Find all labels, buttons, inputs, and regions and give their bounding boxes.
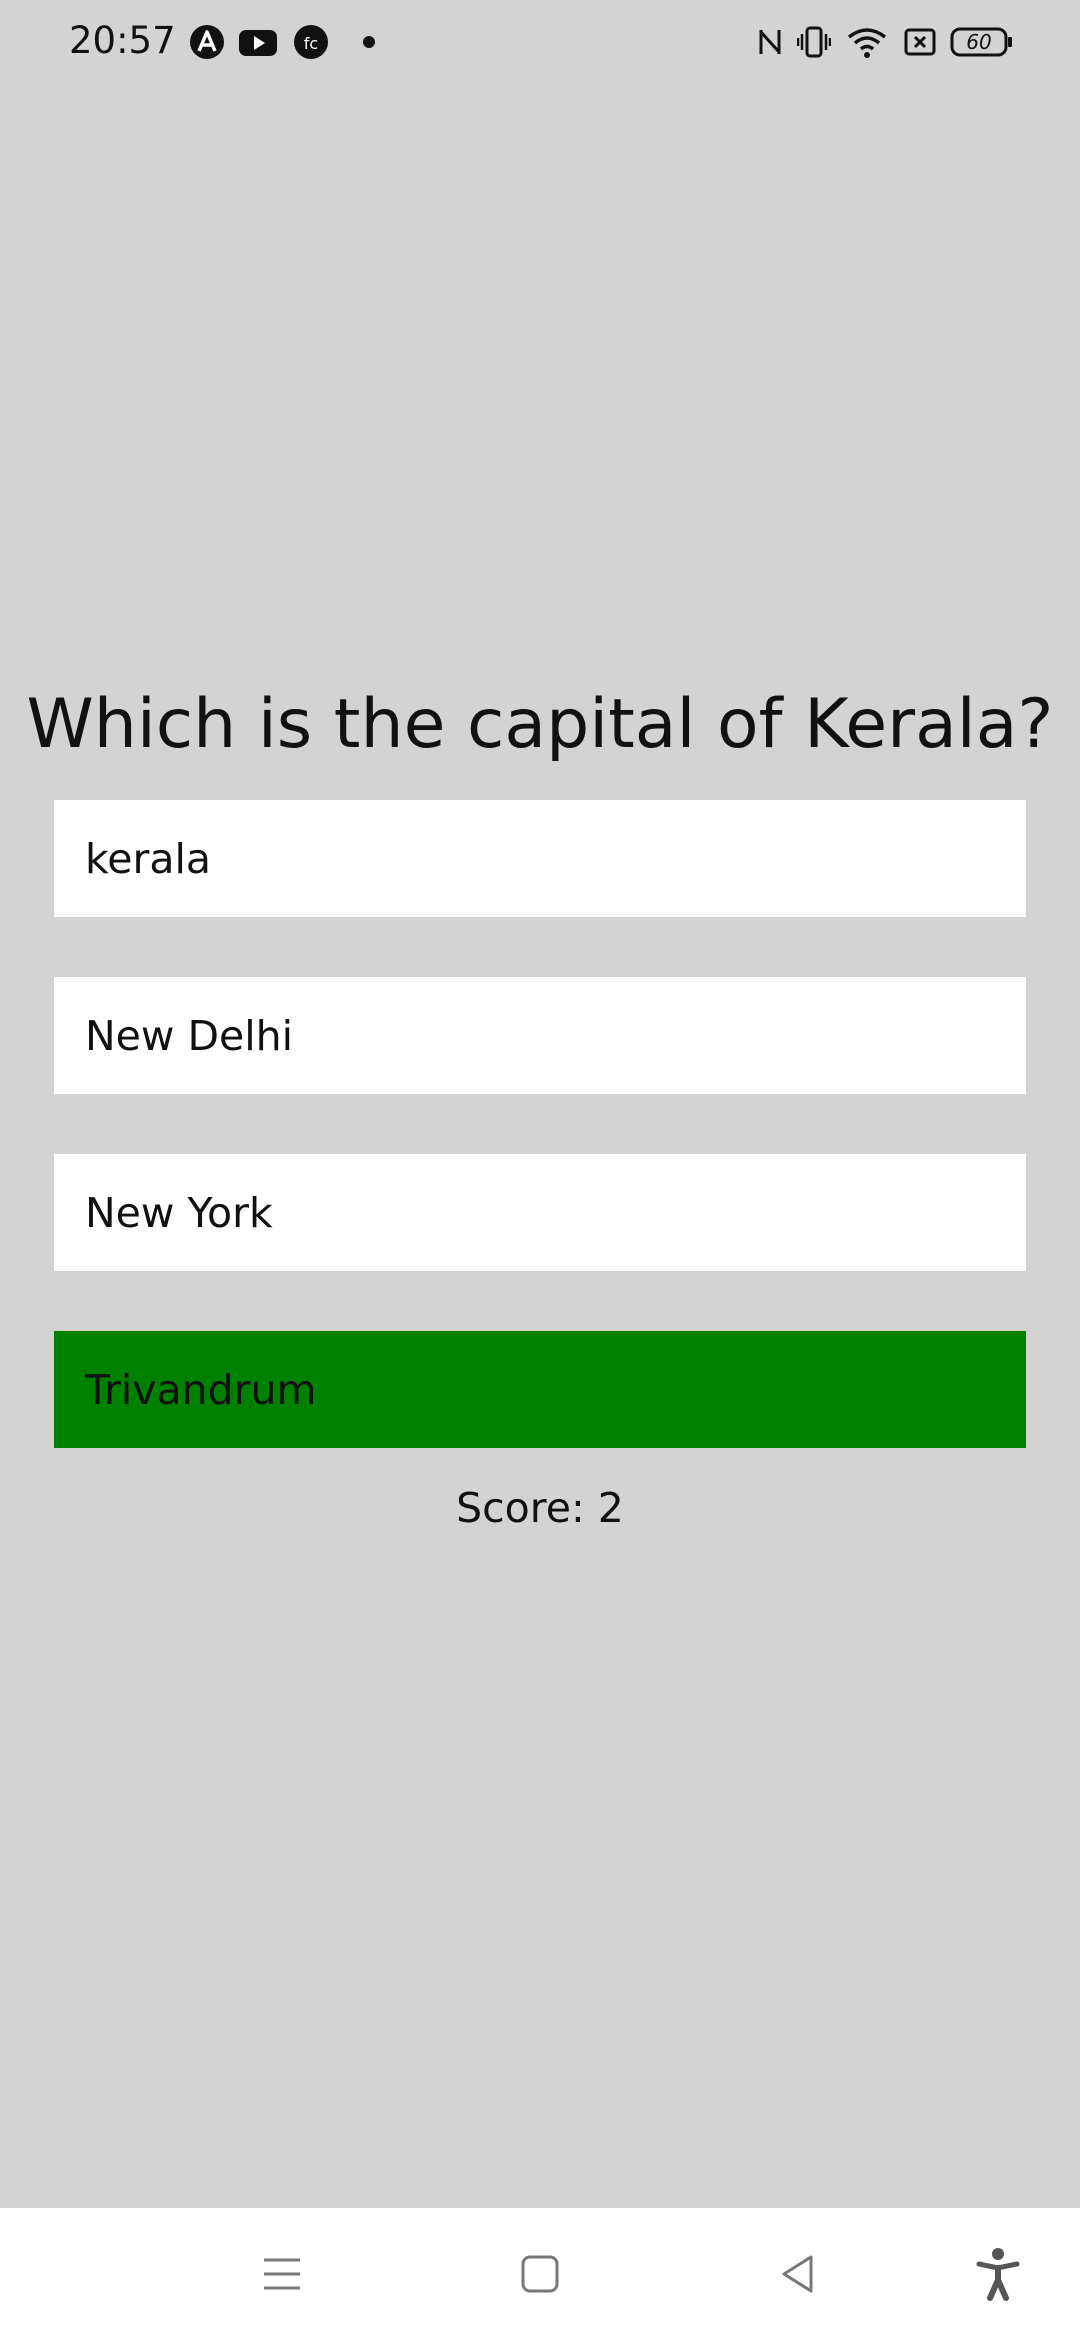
answer-option-label: kerala (85, 834, 212, 883)
score-text: Score: 2 (456, 1484, 624, 1532)
status-time: 20:57 (69, 19, 176, 62)
home-icon[interactable] (510, 2244, 570, 2304)
fc-app-icon: fc (293, 24, 329, 60)
youtube-icon (238, 24, 278, 60)
battery-level: 60 (966, 30, 992, 54)
answer-option-4-correct[interactable]: Trivandrum (54, 1331, 1026, 1448)
accessibility-icon[interactable] (968, 2244, 1028, 2304)
system-nav-bar (0, 2208, 1080, 2340)
menu-icon[interactable] (252, 2244, 312, 2304)
wifi-icon (846, 24, 888, 60)
back-icon[interactable] (768, 2244, 828, 2304)
question-text: Which is the capital of Kerala? (26, 685, 1054, 764)
sim-off-icon (903, 24, 937, 60)
battery-icon: 60 (950, 24, 1014, 60)
answer-option-2[interactable]: New Delhi (54, 977, 1026, 1094)
answer-option-1[interactable]: kerala (54, 800, 1026, 917)
answer-option-label: Trivandrum (85, 1365, 317, 1414)
svg-text:fc: fc (304, 34, 318, 53)
answer-option-label: New Delhi (85, 1011, 294, 1060)
status-bar: 20:57 fc 60 (0, 0, 1080, 84)
app-a-icon (189, 24, 225, 60)
nfc-icon (756, 24, 784, 60)
notification-dot-icon (362, 24, 376, 60)
answer-option-label: New York (85, 1188, 273, 1237)
vibrate-icon (797, 24, 831, 60)
answer-option-3[interactable]: New York (54, 1154, 1026, 1271)
